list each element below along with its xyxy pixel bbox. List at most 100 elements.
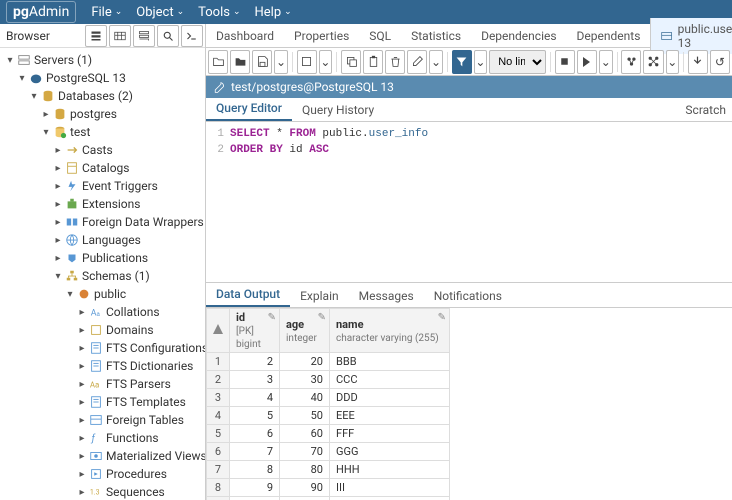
toggle-icon[interactable]: ▸	[76, 433, 88, 444]
menu-help[interactable]: Help⌄	[248, 2, 299, 23]
col-rownum[interactable]	[207, 309, 230, 353]
tree-procedures[interactable]: ▸Procedures	[0, 465, 205, 483]
toggle-icon[interactable]: ▸	[52, 199, 64, 210]
tree-catalogs[interactable]: ▸Catalogs	[0, 159, 205, 177]
table-row[interactable]: 6770GGG	[207, 443, 450, 461]
tree-fts-dictionaries[interactable]: ▸FTS Dictionaries	[0, 357, 205, 375]
toggle-icon[interactable]: ▾	[52, 271, 64, 282]
tb-stop-icon[interactable]	[555, 50, 575, 74]
toggle-icon[interactable]: ▾	[40, 127, 52, 138]
toggle-icon[interactable]: ▸	[52, 181, 64, 192]
browser-btn-properties-icon[interactable]	[85, 25, 107, 47]
tb-folder-icon[interactable]	[230, 50, 250, 74]
tree-schemas[interactable]: ▾Schemas (1)	[0, 267, 205, 285]
tab-messages[interactable]: Messages	[349, 285, 424, 307]
tree-fts-configurations[interactable]: ▸FTS Configurations	[0, 339, 205, 357]
menu-file[interactable]: File⌄	[84, 2, 129, 23]
toggle-icon[interactable]: ▸	[52, 145, 64, 156]
table-row[interactable]: 8990III	[207, 479, 450, 497]
tab-dashboard[interactable]: Dashboard	[206, 25, 284, 47]
browser-btn-search-icon[interactable]	[157, 25, 179, 47]
toggle-icon[interactable]: ▸	[76, 325, 88, 336]
tree-fts-parsers[interactable]: ▸AaFTS Parsers	[0, 375, 205, 393]
table-row[interactable]: 5660FFF	[207, 425, 450, 443]
toggle-icon[interactable]: ▸	[76, 361, 88, 372]
tree-foreign-tables[interactable]: ▸Foreign Tables	[0, 411, 205, 429]
tab-data-output[interactable]: Data Output	[206, 283, 290, 307]
toggle-icon[interactable]: ▸	[52, 253, 64, 264]
tree-fts-templates[interactable]: ▸FTS Templates	[0, 393, 205, 411]
table-row[interactable]: 4550EEE	[207, 407, 450, 425]
tb-copy-icon[interactable]	[341, 50, 361, 74]
tree-event-triggers[interactable]: ▸Event Triggers	[0, 177, 205, 195]
tree-functions[interactable]: ▸ƒFunctions	[0, 429, 205, 447]
tb-edit-icon[interactable]	[297, 50, 317, 74]
tree-collations[interactable]: ▸AₐCollations	[0, 303, 205, 321]
toggle-icon[interactable]: ▾	[28, 91, 40, 102]
tab-query-editor[interactable]: Query Editor	[206, 97, 292, 121]
tab-notifications[interactable]: Notifications	[424, 285, 512, 307]
tb-execute-icon[interactable]	[577, 50, 597, 74]
tree-db-postgres[interactable]: ▸postgres	[0, 105, 205, 123]
tab-query-history[interactable]: Query History	[292, 99, 384, 121]
tb-paste-icon[interactable]	[363, 50, 383, 74]
toggle-icon[interactable]: ▾	[16, 73, 28, 84]
tb-explain2-icon[interactable]	[643, 50, 663, 74]
tb-edit-dd[interactable]: ⌄	[319, 50, 333, 74]
tb-filter-dd[interactable]: ⌄	[474, 50, 488, 74]
table-row[interactable]: 910100JJJ	[207, 497, 450, 500]
tree-schema-public[interactable]: ▾public	[0, 285, 205, 303]
menu-object[interactable]: Object⌄	[129, 2, 191, 23]
tab-sql[interactable]: SQL	[359, 25, 401, 47]
tree-sequences[interactable]: ▸1.3Sequences	[0, 483, 205, 500]
table-row[interactable]: 7880HHH	[207, 461, 450, 479]
toggle-icon[interactable]: ▸	[76, 469, 88, 480]
toggle-icon[interactable]: ▸	[40, 109, 52, 120]
tree-casts[interactable]: ▸Casts	[0, 141, 205, 159]
toggle-icon[interactable]: ▸	[76, 343, 88, 354]
toggle-icon[interactable]: ▸	[52, 163, 64, 174]
toggle-icon[interactable]: ▸	[52, 235, 64, 246]
tb-pencil-icon[interactable]	[407, 50, 427, 74]
tree-db-test[interactable]: ▾test	[0, 123, 205, 141]
table-row[interactable]: 2330CCC	[207, 371, 450, 389]
tab-dependencies[interactable]: Dependencies	[471, 25, 566, 47]
tb-explain-dd[interactable]: ⌄	[666, 50, 680, 74]
tb-save-dd[interactable]: ⌄	[274, 50, 288, 74]
tree-domains[interactable]: ▸Domains	[0, 321, 205, 339]
tree-server-pg13[interactable]: ▾PostgreSQL 13	[0, 69, 205, 87]
tab-dependents[interactable]: Dependents	[567, 25, 651, 47]
tb-filter-icon[interactable]	[452, 50, 472, 74]
toggle-icon[interactable]: ▾	[64, 289, 76, 300]
toggle-icon[interactable]: ▾	[4, 55, 16, 66]
tb-execute-dd[interactable]: ⌄	[599, 50, 613, 74]
sql-editor[interactable]: 12 SELECT * FROM public.user_info ORDER …	[206, 122, 732, 282]
menu-tools[interactable]: Tools⌄	[191, 2, 247, 23]
col-name[interactable]: name✎character varying (255)	[330, 309, 450, 353]
tree-extensions[interactable]: ▸Extensions	[0, 195, 205, 213]
tab-properties[interactable]: Properties	[284, 25, 359, 47]
tree-servers[interactable]: ▾Servers (1)	[0, 51, 205, 69]
tb-explain-icon[interactable]	[621, 50, 641, 74]
tree-foreign-data-wrappers[interactable]: ▸Foreign Data Wrappers	[0, 213, 205, 231]
result-grid[interactable]: id✎[PK] bigint age✎integer name✎characte…	[206, 308, 732, 500]
tree-languages[interactable]: ▸Languages	[0, 231, 205, 249]
tab-explain[interactable]: Explain	[290, 285, 349, 307]
table-row[interactable]: 3440DDD	[207, 389, 450, 407]
browser-btn-stats-icon[interactable]	[133, 25, 155, 47]
col-id[interactable]: id✎[PK] bigint	[230, 309, 280, 353]
tree-databases[interactable]: ▾Databases (2)	[0, 87, 205, 105]
toggle-icon[interactable]: ▸	[76, 379, 88, 390]
browser-btn-terminal-icon[interactable]	[181, 25, 203, 47]
browser-btn-sql-icon[interactable]	[109, 25, 131, 47]
tb-open-icon[interactable]	[208, 50, 228, 74]
tb-delete-icon[interactable]	[385, 50, 405, 74]
tree-publications[interactable]: ▸Publications	[0, 249, 205, 267]
tb-rollback-icon[interactable]: ↺	[710, 50, 730, 74]
table-row[interactable]: 1220BBB	[207, 353, 450, 371]
tb-save-icon[interactable]	[252, 50, 272, 74]
tb-pencil-dd[interactable]: ⌄	[429, 50, 443, 74]
toggle-icon[interactable]: ▸	[52, 217, 64, 228]
toggle-icon[interactable]: ▸	[76, 415, 88, 426]
toggle-icon[interactable]: ▸	[76, 487, 88, 498]
